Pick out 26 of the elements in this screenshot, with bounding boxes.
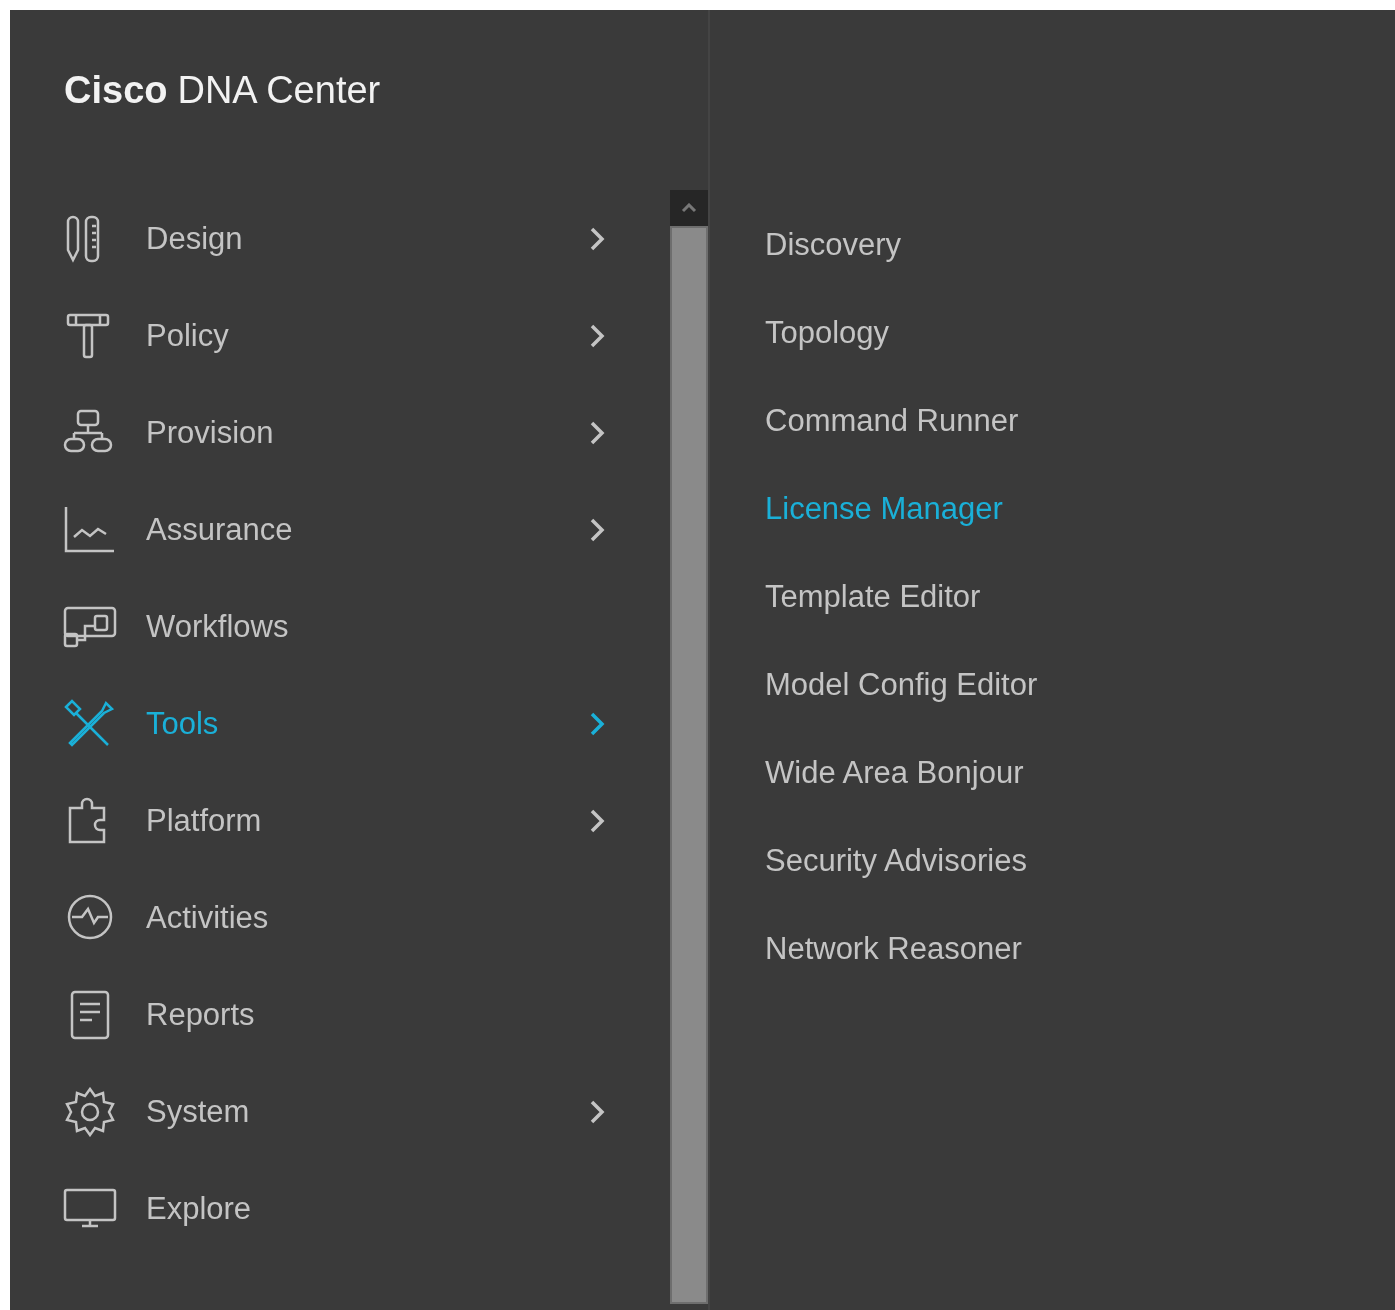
nav-menu-item[interactable]: Workflows [10, 578, 670, 675]
submenu-item[interactable]: Topology [765, 315, 890, 351]
scroll-up-button[interactable] [670, 190, 708, 226]
product-name: DNA Center [177, 68, 381, 112]
nav-menu-item[interactable]: Assurance [10, 481, 670, 578]
nav-menu-item[interactable]: Explore [10, 1160, 670, 1257]
brand-name: Cisco [64, 68, 168, 112]
nav-menu-item[interactable]: Provision [10, 384, 670, 481]
submenu-item[interactable]: Wide Area Bonjour [765, 755, 1024, 791]
submenu-item[interactable]: Model Config Editor [765, 667, 1038, 703]
submenu-item[interactable]: Network Reasoner [765, 931, 1022, 967]
scrollbar-thumb[interactable] [670, 226, 708, 1304]
nav-menu-item[interactable]: Design [10, 190, 670, 287]
nav-menu-item[interactable]: Activities [10, 869, 670, 966]
submenu-item[interactable]: License Manager [765, 491, 1003, 527]
submenu-item[interactable]: Template Editor [765, 579, 981, 615]
nav-menu-item[interactable]: Tools [10, 675, 670, 772]
nav-menu-item[interactable]: Policy [10, 287, 670, 384]
settings-icon [62, 1086, 118, 1137]
nav-menu-item[interactable]: System [10, 1063, 670, 1160]
caret-up-icon [681, 203, 697, 213]
submenu-item[interactable]: Security Advisories [765, 843, 1027, 879]
submenu-item[interactable]: Discovery [765, 227, 902, 263]
nav-menu-item[interactable]: Platform [10, 772, 670, 869]
submenu-item[interactable]: Command Runner [765, 403, 1019, 439]
nav-menu-item[interactable]: Reports [10, 966, 670, 1063]
